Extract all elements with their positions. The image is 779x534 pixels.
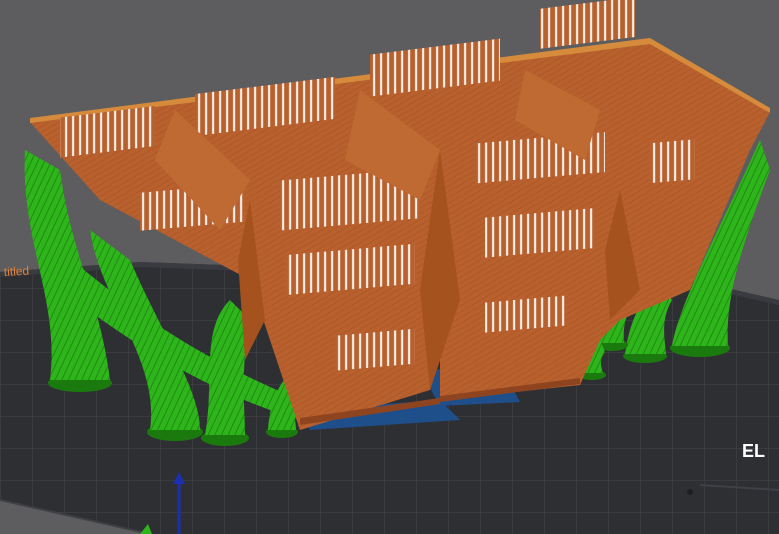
- project-tab-label: titled: [3, 264, 29, 279]
- bed-logo: EL: [742, 441, 765, 461]
- project-tab[interactable]: titled: [3, 264, 29, 279]
- bed-screw-icon: [687, 489, 693, 495]
- 3d-viewport[interactable]: EL titled: [0, 0, 779, 534]
